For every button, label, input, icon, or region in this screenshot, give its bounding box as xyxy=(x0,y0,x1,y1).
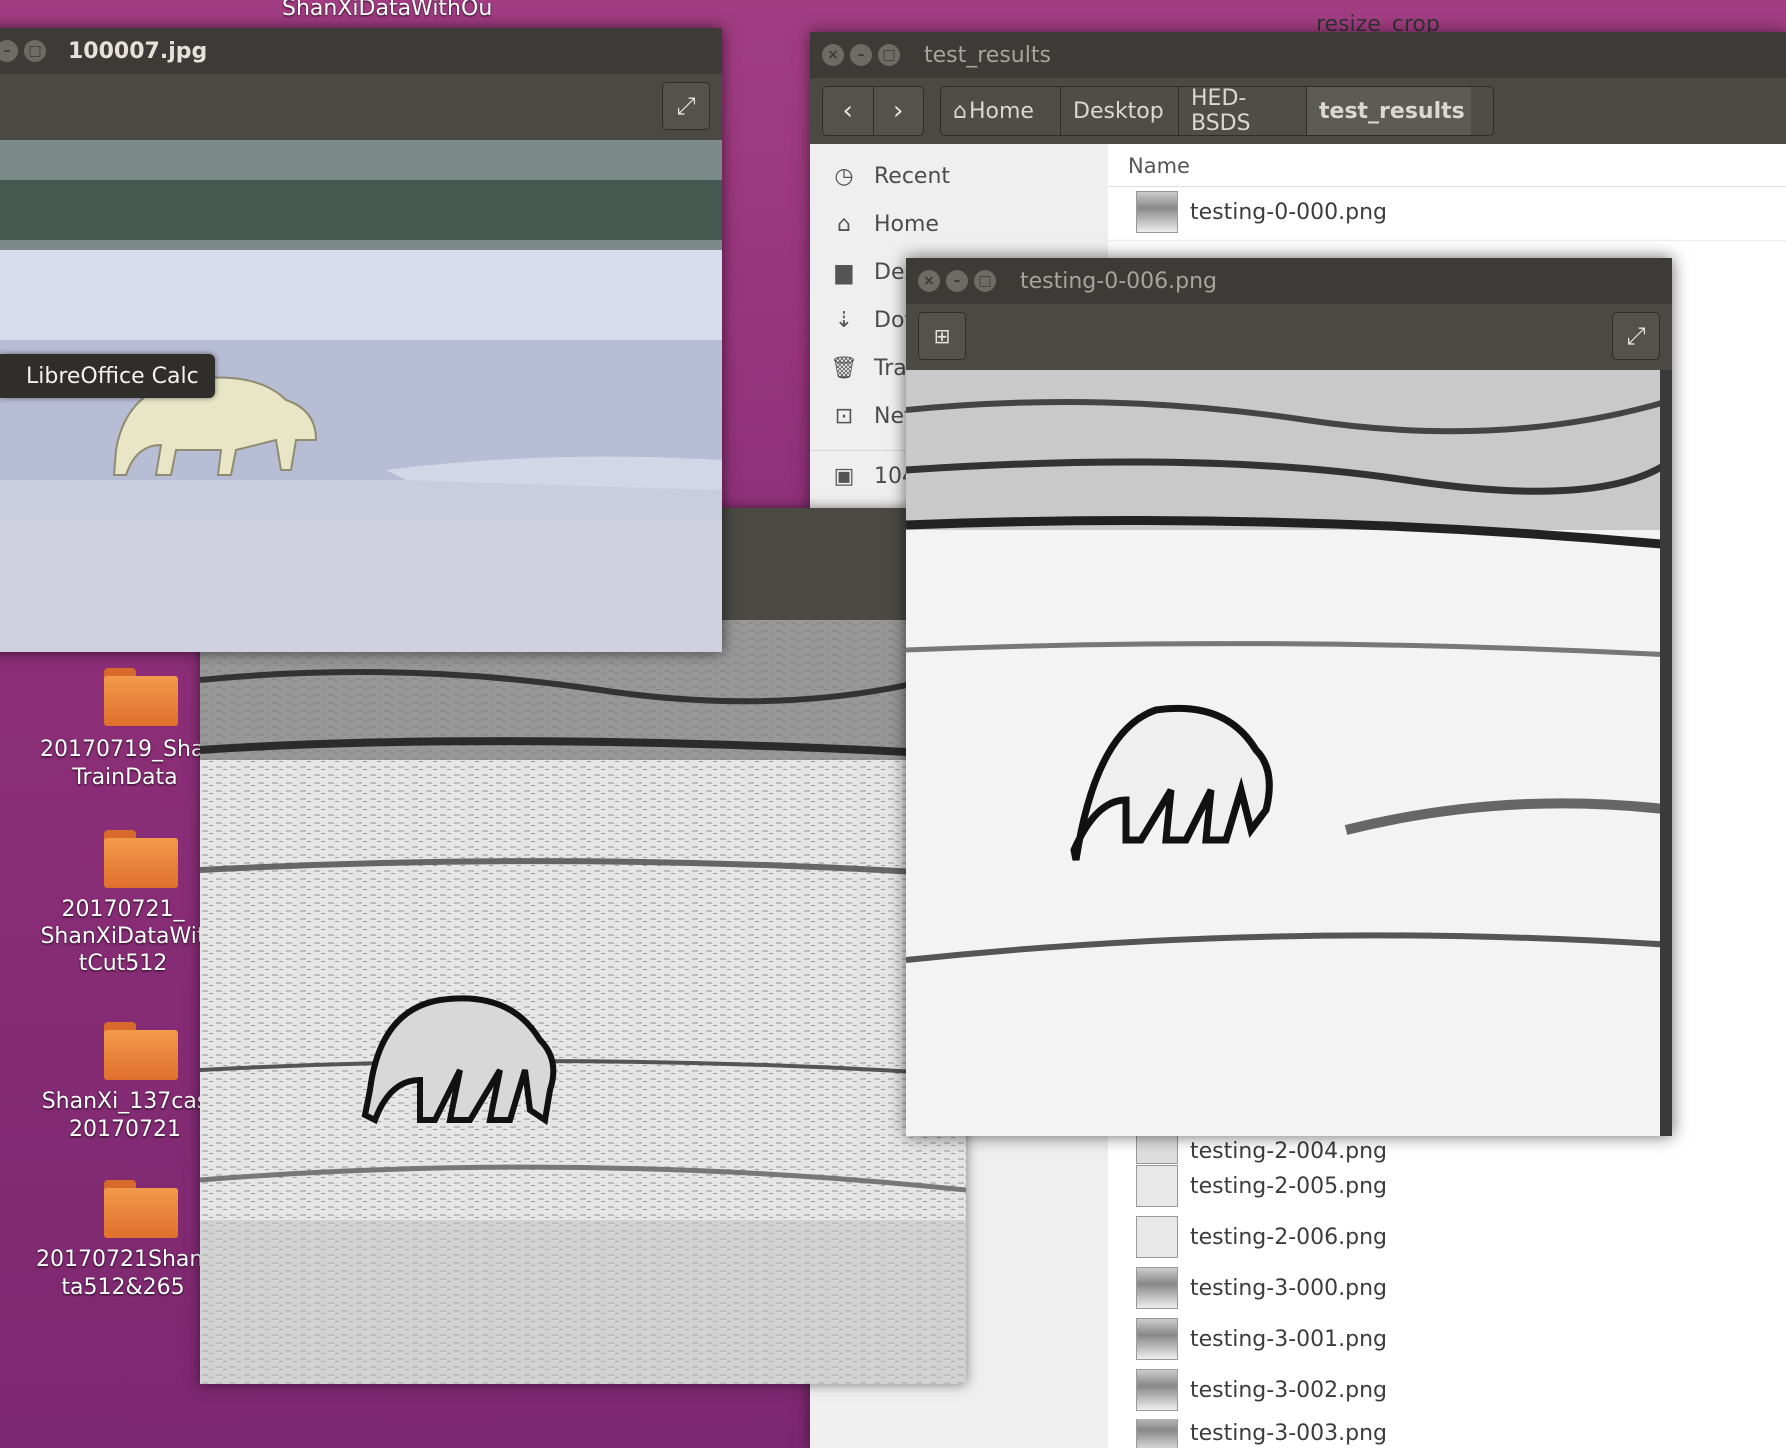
file-row[interactable]: testing-2-006.png xyxy=(1108,1215,1708,1259)
sidebar-item-downloads[interactable]: ⇣ Dov xyxy=(830,308,918,333)
back-button[interactable]: ‹ xyxy=(823,87,874,135)
close-icon[interactable]: × xyxy=(918,270,940,292)
sidebar-item-network[interactable]: ⊡ Net xyxy=(830,404,913,429)
row-divider xyxy=(1108,240,1786,241)
minimize-icon[interactable]: – xyxy=(850,44,872,66)
file-manager-titlebar[interactable]: × – □ test_results xyxy=(810,32,1786,78)
viewer-titlebar[interactable]: × – □ testing-0-006.png xyxy=(906,258,1672,304)
image-thumbnail xyxy=(1136,1369,1178,1411)
download-icon: ⇣ xyxy=(834,308,854,333)
desktop-icon-label: ShanXi_137cas 20170721 xyxy=(41,1089,209,1142)
viewer-titlebar[interactable]: – □ 100007.jpg xyxy=(0,28,722,74)
window-title: 100007.jpg xyxy=(68,38,208,64)
file-manager-toolbar: ‹ › ⌂ Home Desktop HED-BSDS test_results xyxy=(810,78,1786,144)
sidebar-item-desktop[interactable]: ▆ Des xyxy=(830,260,916,285)
close-icon[interactable]: × xyxy=(822,44,844,66)
file-row[interactable]: testing-2-005.png xyxy=(1108,1164,1708,1208)
network-icon: ⊡ xyxy=(834,404,854,429)
file-row[interactable]: testing-2-004.png xyxy=(1108,1134,1708,1164)
breadcrumb-test-results[interactable]: test_results xyxy=(1307,87,1471,135)
clock-icon: ◷ xyxy=(834,164,854,189)
folder-icon xyxy=(104,830,178,888)
forward-button[interactable]: › xyxy=(874,87,924,135)
plus-icon: ⊞ xyxy=(933,324,951,348)
sidebar-item-trash[interactable]: 🗑 Tra xyxy=(830,356,907,381)
window-title: test_results xyxy=(924,42,1051,68)
folder-icon xyxy=(104,668,178,726)
image-thumbnail xyxy=(1136,1267,1178,1309)
trash-icon: 🗑 xyxy=(830,356,858,381)
breadcrumb-hed-bsds[interactable]: HED-BSDS xyxy=(1179,86,1307,136)
folder-icon xyxy=(104,1022,178,1080)
breadcrumb-home[interactable]: ⌂ Home xyxy=(941,87,1061,135)
image-canvas xyxy=(200,620,966,1384)
desktop-icon-label: 20170721_ ShanXiDataWit tCut512 xyxy=(40,897,206,976)
file-row[interactable]: testing-3-000.png xyxy=(1108,1266,1708,1310)
breadcrumb-desktop[interactable]: Desktop xyxy=(1061,87,1179,135)
image-thumbnail xyxy=(1136,1419,1178,1448)
file-row[interactable]: testing-3-001.png xyxy=(1108,1317,1708,1361)
image-viewer-window-3[interactable]: × – □ testing-0-006.png ⊞ ⤢ xyxy=(906,258,1672,1136)
edge-image xyxy=(906,370,1672,1136)
edge-image xyxy=(200,620,966,1384)
column-header-name[interactable]: Name xyxy=(1128,154,1190,178)
home-icon: ⌂ xyxy=(953,98,967,124)
sidebar-item-home[interactable]: ⌂ Home xyxy=(830,212,939,237)
image-thumbnail xyxy=(1136,1216,1178,1258)
maximize-icon[interactable]: □ xyxy=(24,40,46,62)
breadcrumb: ⌂ Home Desktop HED-BSDS test_results xyxy=(940,86,1494,136)
launcher-tooltip: LibreOffice Calc xyxy=(0,354,215,398)
viewer-toolbar: ⊞ ⤢ xyxy=(906,304,1672,370)
desktop-icon-label: 20170721ShanX ta512&265 xyxy=(36,1247,219,1300)
fullscreen-button[interactable]: ⤢ xyxy=(662,82,710,130)
sidebar-item-recent[interactable]: ◷ Recent xyxy=(830,164,950,189)
minimize-icon[interactable]: – xyxy=(0,40,18,62)
maximize-icon[interactable]: □ xyxy=(878,44,900,66)
drive-icon: ▣ xyxy=(833,464,855,489)
image-canvas xyxy=(906,370,1672,1136)
image-thumbnail xyxy=(1136,191,1178,233)
desktop-icon-label: 20170719_Shar TrainData xyxy=(40,737,214,790)
file-row[interactable]: testing-3-002.png xyxy=(1108,1368,1708,1412)
folder-icon xyxy=(104,1180,178,1238)
sidebar-item-drive[interactable]: ▣ 104 xyxy=(830,464,916,489)
fullscreen-button[interactable]: ⤢ xyxy=(1612,312,1660,360)
file-row[interactable]: testing-3-003.png xyxy=(1108,1419,1708,1448)
image-thumbnail xyxy=(1136,1318,1178,1360)
image-viewer-window-1[interactable]: – □ 100007.jpg ⤢ xyxy=(0,28,722,652)
header-divider xyxy=(1108,186,1786,187)
viewer-toolbar: ⤢ xyxy=(0,74,722,140)
image-thumbnail xyxy=(1136,1165,1178,1207)
image-thumbnail xyxy=(1136,1134,1178,1164)
add-button[interactable]: ⊞ xyxy=(918,312,966,360)
minimize-icon[interactable]: – xyxy=(946,270,968,292)
folder-icon: ▆ xyxy=(835,260,853,285)
file-row[interactable]: testing-0-000.png xyxy=(1108,190,1708,234)
desktop-label-top-1[interactable]: ShanXiDataWithOu xyxy=(282,0,492,21)
fullscreen-icon: ⤢ xyxy=(676,92,696,120)
nav-buttons: ‹ › xyxy=(822,86,924,136)
maximize-icon[interactable]: □ xyxy=(974,270,996,292)
fullscreen-icon: ⤢ xyxy=(1626,322,1646,350)
window-title: testing-0-006.png xyxy=(1020,268,1218,294)
home-icon: ⌂ xyxy=(837,212,851,237)
